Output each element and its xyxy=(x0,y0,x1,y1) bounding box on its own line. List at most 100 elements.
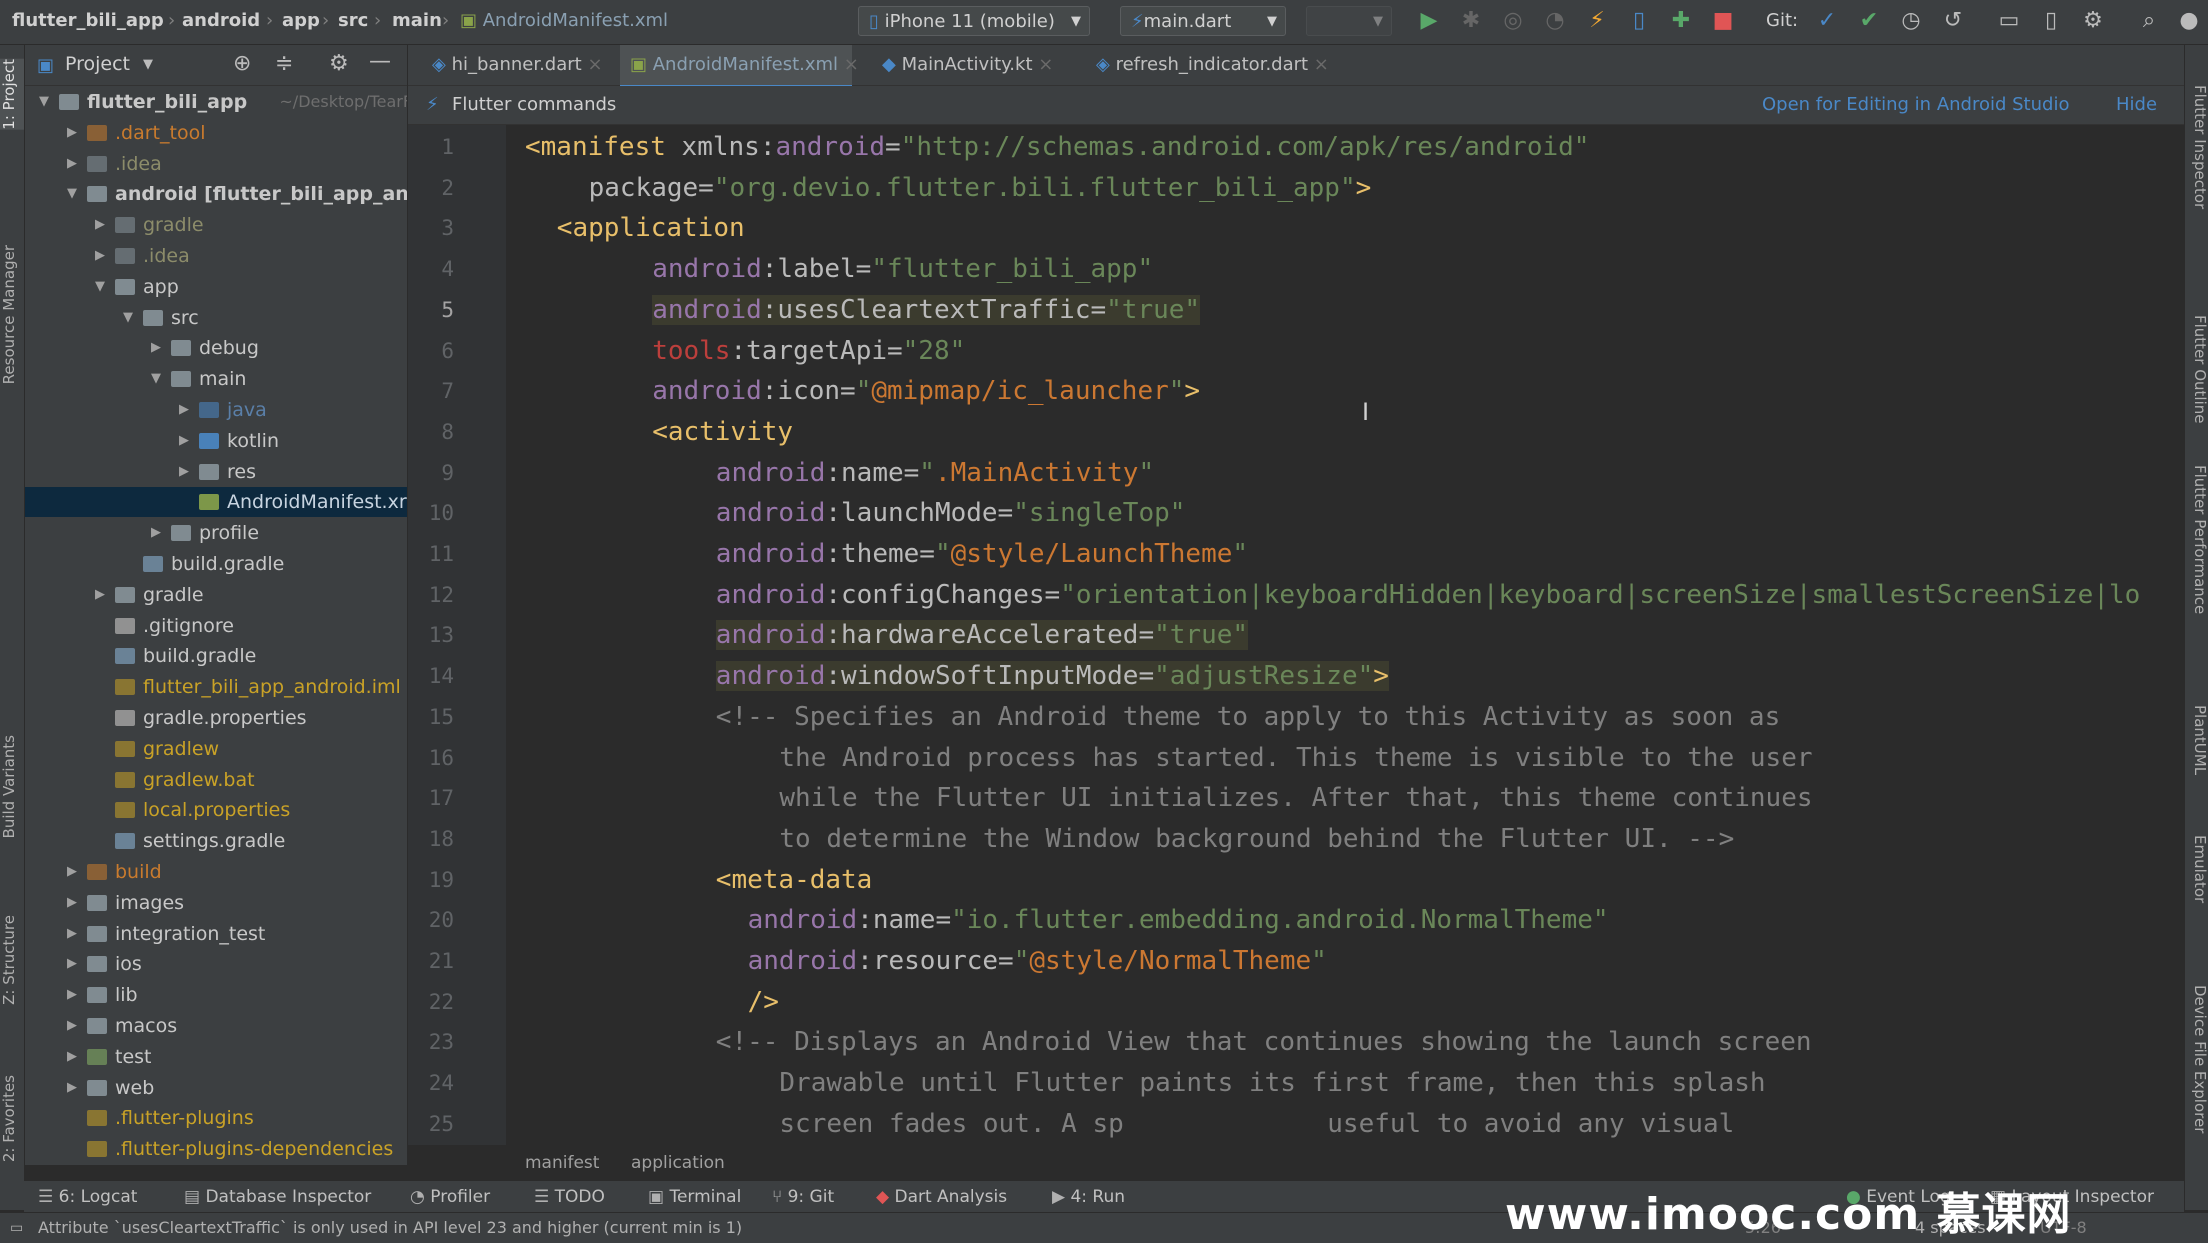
tree-item[interactable]: ▶ web xyxy=(25,1073,407,1103)
device-manager-icon[interactable]: ▯ xyxy=(2038,8,2064,34)
tree-item[interactable]: build.gradle xyxy=(25,549,407,579)
chevron-down-icon[interactable]: ▼ xyxy=(151,364,161,394)
hide-link[interactable]: Hide xyxy=(2116,86,2157,124)
resource-manager-tab[interactable]: Resource Manager xyxy=(0,245,24,384)
tree-item[interactable]: ▶ gradle xyxy=(25,580,407,610)
code-line[interactable]: android:windowSoftInputMode="adjustResiz… xyxy=(715,656,1389,697)
nav-crumb-main[interactable]: main xyxy=(392,10,442,31)
chevron-right-icon[interactable]: ▶ xyxy=(67,857,77,887)
tree-item[interactable]: ▼ android [flutter_bili_app_andr xyxy=(25,179,407,209)
chevron-right-icon[interactable]: ▶ xyxy=(151,333,161,363)
code-line[interactable]: android:theme="@style/LaunchTheme" xyxy=(716,534,1248,575)
locate-icon[interactable]: ⊕ xyxy=(233,51,251,76)
tree-item[interactable]: ▶ macos xyxy=(25,1011,407,1041)
tree-item[interactable]: ▶ ios xyxy=(25,949,407,979)
tree-item[interactable]: ▶ lib xyxy=(25,980,407,1010)
chevron-right-icon[interactable]: ▶ xyxy=(179,426,189,456)
code-line[interactable]: while the Flutter UI initializes. After … xyxy=(779,778,1812,819)
run-icon[interactable]: ▶ xyxy=(1416,8,1442,34)
tree-item[interactable]: settings.gradle xyxy=(25,826,407,856)
tree-item[interactable]: ▶ profile xyxy=(25,518,407,548)
tree-item[interactable]: ▶ build xyxy=(25,857,407,887)
tree-item[interactable]: flutter_bili_app_android.iml xyxy=(25,672,407,702)
layout-icon[interactable]: ▭ xyxy=(1996,8,2022,34)
flutter-outline-tab[interactable]: Flutter Outline xyxy=(2185,315,2208,424)
code-line[interactable]: <!-- Displays an Android View that conti… xyxy=(716,1022,1812,1063)
chevron-right-icon[interactable]: ▶ xyxy=(179,395,189,425)
tree-item[interactable]: ▶ .idea xyxy=(25,241,407,271)
code-line[interactable]: android:resource="@style/NormalTheme" xyxy=(748,941,1327,982)
editor-tab[interactable]: ◈ refresh_indicator.dart × xyxy=(1086,45,1344,85)
hot-restart-icon[interactable]: ▯ xyxy=(1626,8,1652,34)
open-in-android-studio-link[interactable]: Open for Editing in Android Studio xyxy=(1762,86,2069,124)
chevron-right-icon[interactable]: ▶ xyxy=(67,888,77,918)
nav-crumb-project[interactable]: flutter_bili_app xyxy=(12,10,164,31)
code-line[interactable]: the Android process has started. This th… xyxy=(779,738,1812,779)
tree-item[interactable]: gradlew.bat xyxy=(25,765,407,795)
close-icon[interactable]: × xyxy=(1308,54,1329,75)
tree-item[interactable]: ▶ .dart_tool xyxy=(25,118,407,148)
tree-item[interactable]: ▶ .idea xyxy=(25,149,407,179)
chevron-right-icon[interactable]: ▶ xyxy=(95,241,105,271)
bottom-tool-tab[interactable]: ▤ Database Inspector xyxy=(184,1181,371,1213)
chevron-right-icon[interactable]: ▶ xyxy=(67,919,77,949)
code-line[interactable]: to determine the Window background behin… xyxy=(779,819,1734,860)
code-line[interactable]: <application xyxy=(557,208,745,249)
code-line[interactable]: package="org.devio.flutter.bili.flutter_… xyxy=(589,168,1372,209)
tree-item[interactable]: ▶ integration_test xyxy=(25,919,407,949)
sdk-manager-icon[interactable]: ⚙ xyxy=(2080,8,2106,34)
chevron-right-icon[interactable]: ▶ xyxy=(67,1042,77,1072)
chevron-down-icon[interactable]: ▼ xyxy=(95,272,105,302)
nav-crumb-android[interactable]: android xyxy=(182,10,260,31)
chevron-right-icon[interactable]: ▶ xyxy=(67,1073,77,1103)
code-line[interactable]: android:launchMode="singleTop" xyxy=(716,493,1186,534)
bottom-tool-tab[interactable]: ▣ Terminal xyxy=(648,1181,741,1213)
close-icon[interactable]: × xyxy=(838,54,859,75)
tree-item[interactable]: build.gradle xyxy=(25,641,407,671)
chevron-right-icon[interactable]: ▶ xyxy=(95,210,105,240)
chevron-right-icon[interactable]: ▶ xyxy=(67,980,77,1010)
code-line[interactable]: <manifest xmlns:android="http://schemas.… xyxy=(525,127,1589,168)
hide-panel-icon[interactable]: — xyxy=(369,49,391,74)
tree-item[interactable]: gradle.properties xyxy=(25,703,407,733)
project-tool-tab[interactable]: 1: Project xyxy=(0,59,24,130)
code-line[interactable]: android:usesCleartextTraffic="true" xyxy=(652,290,1201,331)
code-line[interactable]: <activity xyxy=(652,412,793,453)
run-config-selector[interactable]: ⚡main.dart ▼ xyxy=(1120,6,1286,36)
gear-icon[interactable]: ⚙ xyxy=(329,51,349,76)
bottom-tool-tab[interactable]: ☰ TODO xyxy=(534,1181,605,1213)
tree-item[interactable]: ▶ test xyxy=(25,1042,407,1072)
code-line[interactable]: screen fades out. A sp useful to avoid a… xyxy=(779,1104,1734,1145)
editor-tab[interactable]: ▣ AndroidManifest.xml × xyxy=(620,45,859,88)
debug-icon[interactable]: ✱ xyxy=(1458,8,1484,34)
emulator-tab[interactable]: Emulator xyxy=(2185,835,2208,903)
bottom-tool-tab[interactable]: ☰ 6: Logcat xyxy=(38,1181,137,1213)
code-line[interactable]: android:configChanges="orientation|keybo… xyxy=(716,575,2140,616)
project-view-selector[interactable]: Project xyxy=(65,53,130,75)
editor-tab[interactable]: ◆ MainActivity.kt × xyxy=(872,45,1072,85)
code-editor[interactable]: <manifest xmlns:android="http://schemas.… xyxy=(507,125,2162,1145)
code-line[interactable]: Drawable until Flutter paints its first … xyxy=(779,1063,1765,1104)
nav-crumb-src[interactable]: src xyxy=(338,10,368,31)
nav-crumb-app[interactable]: app xyxy=(282,10,320,31)
flutter-attach-icon[interactable]: ✚ xyxy=(1668,8,1694,34)
structure-tab[interactable]: Z: Structure xyxy=(0,915,24,1005)
chevron-right-icon[interactable]: ▶ xyxy=(95,580,105,610)
code-line[interactable]: /> xyxy=(748,982,779,1023)
status-panel-icon[interactable]: ▭ xyxy=(10,1213,23,1243)
code-line[interactable]: android:name="io.flutter.embedding.andro… xyxy=(748,900,1609,941)
tree-item[interactable]: .flutter-plugins-dependencies xyxy=(25,1134,407,1164)
chevron-right-icon[interactable]: ▶ xyxy=(67,1011,77,1041)
chevron-right-icon[interactable]: ▶ xyxy=(179,457,189,487)
code-line[interactable]: android:icon="@mipmap/ic_launcher"> xyxy=(652,371,1200,412)
avatar-icon[interactable]: ● xyxy=(2176,8,2202,34)
flutter-inspector-tab[interactable]: Flutter Inspector xyxy=(2185,85,2208,209)
close-icon[interactable]: × xyxy=(1033,54,1053,75)
chevron-right-icon[interactable]: ▶ xyxy=(67,118,77,148)
tree-item[interactable]: local.properties xyxy=(25,795,407,825)
bottom-tool-tab[interactable]: ▶ 4: Run xyxy=(1052,1181,1125,1213)
favorites-tab[interactable]: 2: Favorites xyxy=(0,1075,24,1162)
tree-item[interactable]: ▶ images xyxy=(25,888,407,918)
tree-item[interactable]: ▶ gradle xyxy=(25,210,407,240)
git-update-icon[interactable]: ✓ xyxy=(1814,8,1840,34)
